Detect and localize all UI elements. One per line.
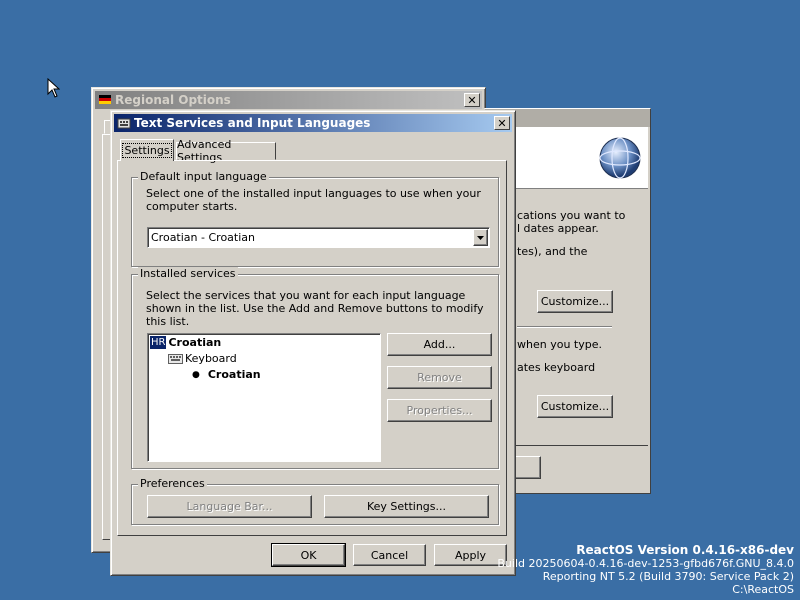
- apply-button-label: Apply: [454, 548, 487, 562]
- regional-text-line-3: tes), and the: [517, 245, 588, 258]
- tab-advanced-settings[interactable]: Advanced Settings: [176, 138, 276, 164]
- default-input-language-description: Select one of the installed input langua…: [146, 187, 481, 213]
- tab-settings[interactable]: Settings: [120, 139, 174, 161]
- tree-keyboard-item[interactable]: Keyboard: [168, 352, 237, 365]
- tree-language-item[interactable]: HR Croatian: [150, 336, 221, 349]
- customize-button-1-label: Customize...: [540, 295, 610, 308]
- key-settings-button-label: Key Settings...: [366, 500, 447, 513]
- os-version-text: ReactOS Version 0.4.16-x86-dev: [576, 543, 794, 557]
- os-path-text: C:\ReactOS: [732, 583, 794, 596]
- dropdown-button[interactable]: [473, 229, 488, 246]
- cursor-arrow-icon: [47, 78, 60, 98]
- tree-language-label: Croatian: [168, 336, 222, 349]
- preferences-label: Preferences: [138, 477, 207, 490]
- language-bar-button[interactable]: Language Bar...: [147, 495, 312, 518]
- os-reporting-text: Reporting NT 5.2 (Build 3790: Service Pa…: [542, 570, 794, 583]
- properties-button-label: Properties...: [406, 404, 473, 417]
- keyboard-icon: [168, 354, 183, 364]
- customize-button-1[interactable]: Customize...: [537, 290, 613, 313]
- installed-services-description: Select the services that you want for ea…: [146, 289, 484, 328]
- globe-icon: [599, 137, 641, 179]
- text-services-dialog[interactable]: Text Services and Input Languages ✕ Sett…: [110, 110, 516, 576]
- customize-button-2[interactable]: Customize...: [537, 395, 613, 418]
- apply-button[interactable]: Apply: [434, 544, 507, 566]
- tree-layout-item[interactable]: ● Croatian: [192, 368, 261, 381]
- regional-text-line-4: when you type.: [517, 338, 602, 351]
- close-icon: ✕: [467, 93, 477, 107]
- add-button-label: Add...: [423, 338, 456, 351]
- regional-options-titlebar[interactable]: Regional Options ✕: [95, 91, 482, 109]
- dropdown-arrow-icon: [477, 235, 484, 240]
- properties-button[interactable]: Properties...: [387, 399, 492, 422]
- regional-options-title: Regional Options: [115, 93, 231, 107]
- close-icon: ✕: [497, 116, 507, 130]
- regional-text-line-2: l dates appear.: [517, 222, 599, 235]
- regional-options-close-button[interactable]: ✕: [464, 93, 480, 107]
- default-input-language-group: Default input language Select one of the…: [131, 170, 499, 267]
- text-services-titlebar[interactable]: Text Services and Input Languages ✕: [114, 114, 512, 132]
- ok-button-label: OK: [300, 548, 317, 562]
- regional-text-line-5: ates keyboard: [517, 361, 596, 374]
- installed-services-label: Installed services: [138, 267, 238, 280]
- language-badge: HR: [150, 336, 167, 349]
- os-build-text: Build 20250604-0.4.16-dev-1253-gfbd676f.…: [497, 557, 794, 570]
- add-button[interactable]: Add...: [387, 333, 492, 356]
- default-language-value: Croatian - Croatian: [151, 231, 255, 244]
- language-bar-button-label: Language Bar...: [186, 500, 273, 513]
- dialog-title: Text Services and Input Languages: [134, 116, 371, 130]
- cancel-button-label: Cancel: [370, 548, 409, 562]
- default-input-language-label: Default input language: [138, 170, 269, 183]
- flag-icon: [99, 95, 111, 104]
- ok-button[interactable]: OK: [271, 543, 346, 567]
- remove-button-label: Remove: [417, 371, 462, 384]
- dialog-close-button[interactable]: ✕: [494, 116, 510, 130]
- customize-button-2-label: Customize...: [540, 400, 610, 413]
- tree-layout-label: Croatian: [207, 368, 261, 381]
- key-settings-button[interactable]: Key Settings...: [324, 495, 489, 518]
- default-language-select[interactable]: Croatian - Croatian: [147, 227, 490, 248]
- remove-button[interactable]: Remove: [387, 366, 492, 389]
- bullet-icon: ●: [192, 369, 200, 380]
- keyboard-icon: [117, 118, 131, 129]
- preferences-group: Preferences Language Bar... Key Settings…: [131, 477, 499, 525]
- services-tree[interactable]: HR Croatian Keyboard ● Croatian: [147, 333, 381, 462]
- regional-text-line-1: cations you want to: [517, 209, 626, 222]
- installed-services-group: Installed services Select the services t…: [131, 267, 499, 469]
- tab-settings-label: Settings: [122, 143, 172, 158]
- panel-divider: [517, 326, 612, 328]
- cancel-button[interactable]: Cancel: [353, 544, 426, 566]
- tree-keyboard-label: Keyboard: [185, 352, 237, 365]
